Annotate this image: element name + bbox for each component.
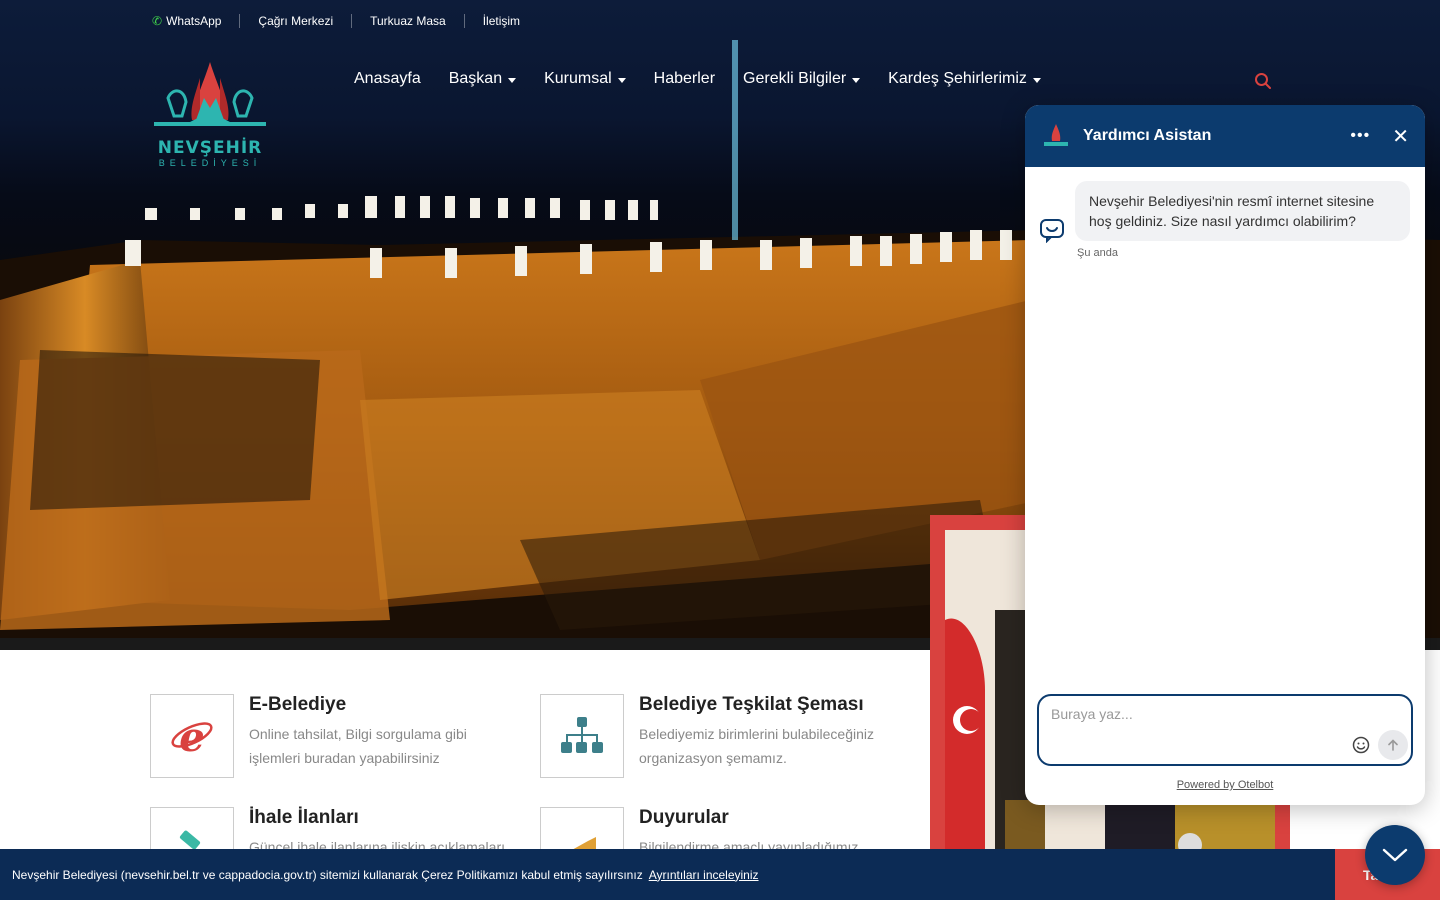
teskilat-card[interactable]: Belediye Teşkilat Şeması Belediyemiz bir… [540,694,920,794]
chat-header: Yardımcı Asistan ••• ✕ [1025,105,1425,167]
whatsapp-icon: ✆ [152,14,163,28]
nav-sister-cities[interactable]: Kardeş Şehirlerimiz [888,70,1041,88]
message-time: Şu anda [1077,247,1118,259]
caret-down-icon [617,77,626,83]
bot-message: Nevşehir Belediyesi'nin resmî internet s… [1075,181,1410,241]
browser-e-icon: e [171,714,213,759]
nav-corporate[interactable]: Kurumsal [544,70,626,88]
chat-widget: Yardımcı Asistan ••• ✕ Nevşehir Belediye… [1025,105,1425,805]
search-icon[interactable] [1254,72,1272,90]
chat-input[interactable] [1051,706,1331,722]
logo-subtitle: BELEDİYESİ [158,158,262,168]
caret-down-icon [508,77,517,83]
nav-home[interactable]: Anasayfa [354,70,421,88]
chat-logo-icon [1044,124,1068,146]
more-options-icon[interactable]: ••• [1350,127,1370,145]
chat-title: Yardımcı Asistan [1083,127,1212,144]
nevsehir-logo[interactable]: NEVŞEHİR BELEDİYESİ [150,58,270,173]
chat-toggle-button[interactable] [1365,825,1425,885]
main-nav: Anasayfa Başkan Kurumsal Haberler Gerekl… [354,70,1041,88]
nav-info[interactable]: Gerekli Bilgiler [743,70,861,88]
emoji-icon[interactable] [1352,736,1370,754]
powered-by-link[interactable]: Powered by Otelbot [1025,779,1425,791]
logo-name: NEVŞEHİR [157,138,263,158]
cookie-details-link[interactable]: Ayrıntıları inceleyiniz [649,868,759,882]
turkuaz-masa-link[interactable]: Turkuaz Masa [351,14,464,28]
caret-down-icon [1032,77,1041,83]
chat-input-box [1037,694,1413,766]
ebelediye-card[interactable]: e E-Belediye Online tahsilat, Bilgi sorg… [150,694,530,794]
top-bar: ✆ WhatsApp Çağrı Merkezi Turkuaz Masa İl… [150,12,538,30]
ebelediye-icon-box: e [150,694,234,778]
contact-link[interactable]: İletişim [463,14,538,28]
send-button[interactable] [1378,730,1408,760]
logo-emblem-icon [154,62,266,126]
call-center-link[interactable]: Çağrı Merkezi [239,14,351,28]
arrow-up-icon [1388,739,1398,751]
close-icon[interactable]: ✕ [1392,124,1409,149]
nav-mayor[interactable]: Başkan [449,70,517,88]
nav-news[interactable]: Haberler [654,70,715,88]
teskilat-icon-box [540,694,624,778]
whatsapp-link[interactable]: ✆ WhatsApp [150,14,239,28]
caret-down-icon [852,77,861,83]
svg-text:e: e [179,714,204,759]
cookie-text: Nevşehir Belediyesi (nevsehir.bel.tr ve … [12,867,643,882]
cookie-bar: Nevşehir Belediyesi (nevsehir.bel.tr ve … [0,849,1440,900]
org-chart-icon [561,717,603,753]
chevron-down-icon [1382,848,1408,862]
bot-avatar-icon [1040,219,1064,243]
